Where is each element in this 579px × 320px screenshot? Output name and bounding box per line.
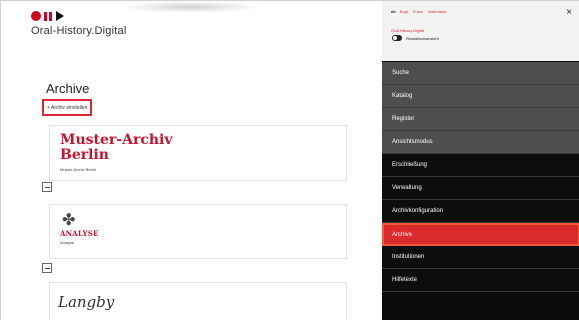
- archive-signature-logo: Langby: [58, 293, 115, 311]
- editor-view-toggle[interactable]: [392, 35, 402, 41]
- archive-card-analyse[interactable]: ✤ ANALYSE Analyse: [49, 204, 347, 259]
- panel-brand-label: Oral-History.Digital: [391, 28, 425, 33]
- language-fr[interactable]: Franz.: [413, 9, 424, 14]
- main-content: Oral-History.Digital Archive + Archiv ei…: [1, 1, 382, 320]
- editor-view-label: Redaktionsansicht: [406, 36, 439, 41]
- record-dot-icon: [31, 11, 41, 21]
- logo-icon[interactable]: [31, 9, 91, 23]
- close-icon[interactable]: ×: [566, 7, 572, 18]
- menu-item-erschliessung[interactable]: Erschließung: [382, 154, 579, 177]
- language-switcher: de Engl. Franz. Italienisch: [391, 9, 446, 14]
- archive-logo-text: ANALYSE: [60, 229, 99, 238]
- menu-item-institutionen[interactable]: Institutionen: [382, 246, 579, 269]
- analyse-logo-icon: ✤: [62, 210, 76, 229]
- menu-item-hilfetexte[interactable]: Hilfetexte: [382, 269, 579, 292]
- navigation-panel: de Engl. Franz. Italienisch × Oral-Histo…: [382, 1, 579, 320]
- menu-item-register[interactable]: Register: [382, 108, 579, 131]
- archive-card-signature[interactable]: Langby: [49, 282, 347, 320]
- archive-card-muster-archiv-berlin[interactable]: Muster-Archiv Berlin Muster-Archiv Berli…: [49, 125, 347, 181]
- play-icon: [56, 11, 64, 21]
- app-frame: Oral-History.Digital Archive + Archiv ei…: [0, 0, 579, 320]
- language-en[interactable]: Engl.: [400, 9, 409, 14]
- collapse-toggle-icon[interactable]: [42, 182, 52, 192]
- menu-item-archive[interactable]: Archive: [382, 223, 579, 246]
- panel-header: de Engl. Franz. Italienisch × Oral-Histo…: [382, 1, 579, 61]
- language-de[interactable]: de: [391, 9, 396, 14]
- menu-item-suche[interactable]: Suche: [382, 62, 579, 85]
- menu-item-katalog[interactable]: Katalog: [382, 85, 579, 108]
- menu-item-archivkonfiguration[interactable]: Archivkonfiguration: [382, 200, 579, 223]
- language-it[interactable]: Italienisch: [428, 9, 446, 14]
- archive-name: Muster-Archiv Berlin: [60, 167, 97, 172]
- page-title: Archive: [46, 81, 90, 96]
- main-menu: Suche Katalog Register Ansichtsmodus Ers…: [382, 62, 579, 292]
- menu-item-ansichtsmodus[interactable]: Ansichtsmodus: [382, 131, 579, 154]
- collapse-toggle-icon[interactable]: [42, 263, 52, 273]
- brand-name[interactable]: Oral-History.Digital: [31, 25, 126, 37]
- archive-logo-text: Muster-Archiv Berlin: [60, 132, 173, 163]
- menu-item-verwaltung[interactable]: Verwaltung: [382, 177, 579, 200]
- decorative-shadow: [121, 1, 261, 13]
- pause-icon: [44, 12, 47, 21]
- add-archive-button[interactable]: + Archiv einstellen: [42, 99, 93, 116]
- archive-name: Analyse: [60, 240, 75, 245]
